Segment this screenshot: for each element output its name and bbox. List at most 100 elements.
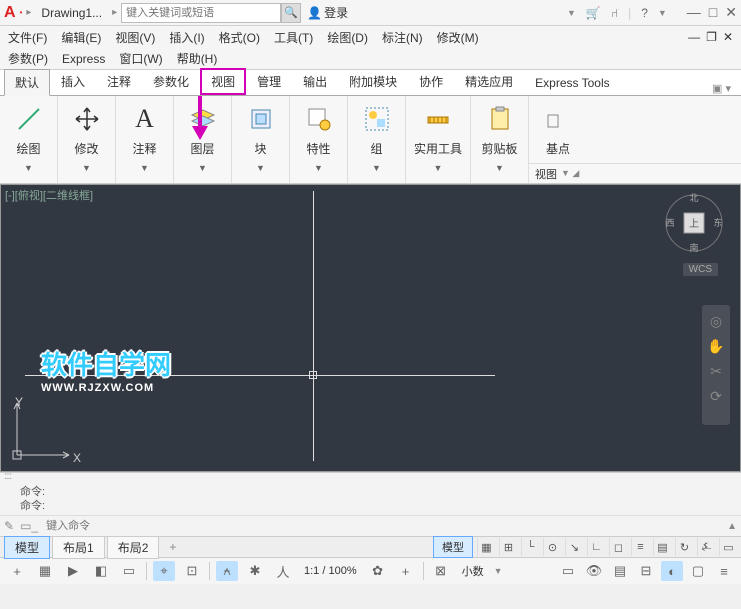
sb-qp-icon[interactable]: ▤: [609, 561, 631, 581]
history-back-icon[interactable]: ▸: [26, 7, 31, 18]
nav-orbit-icon[interactable]: ⟳: [710, 388, 722, 405]
tab-insert[interactable]: 插入: [50, 68, 96, 95]
sb-ann-icon[interactable]: ⍲: [216, 561, 238, 581]
panel-block[interactable]: 块 ▼: [232, 96, 290, 183]
layout-tab-2[interactable]: 布局2: [107, 536, 160, 559]
menu-dim[interactable]: 标注(N): [382, 29, 423, 46]
chevron-down-icon[interactable]: ▼: [24, 163, 33, 173]
help-icon[interactable]: ?: [641, 6, 648, 20]
ribbon-collapse-icon[interactable]: ▣ ▾: [712, 82, 731, 95]
cycle-icon[interactable]: ↻: [675, 538, 693, 556]
help-drop-icon[interactable]: ▼: [658, 8, 667, 18]
chevron-down-icon[interactable]: ▼: [198, 163, 207, 173]
layout-tab-1[interactable]: 布局1: [52, 536, 105, 559]
model-space-button[interactable]: 模型: [433, 536, 473, 558]
sb-clean-icon[interactable]: ▢: [687, 561, 709, 581]
panel-annotate[interactable]: A 注释 ▼: [116, 96, 174, 183]
sb-macro-icon[interactable]: ▶: [62, 561, 84, 581]
menu-modify[interactable]: 修改(M): [437, 29, 479, 46]
menu-edit[interactable]: 编辑(E): [61, 29, 101, 46]
login-link[interactable]: 👤 登录: [307, 4, 348, 21]
minimize-button[interactable]: —: [687, 4, 701, 21]
sb-rect-icon[interactable]: ▭: [118, 561, 140, 581]
lwt-icon[interactable]: ≡: [631, 538, 649, 556]
cmd-expand-icon[interactable]: ▲: [727, 521, 737, 532]
menu-draw[interactable]: 绘图(D): [327, 29, 368, 46]
cmd-config-icon[interactable]: ✎: [4, 519, 14, 533]
nav-zoom-icon[interactable]: ✂: [710, 363, 722, 380]
chevron-down-icon[interactable]: ▼: [495, 163, 504, 173]
tab-express-tools[interactable]: Express Tools: [524, 71, 620, 95]
tab-view[interactable]: 视图: [200, 68, 246, 95]
doc-minimize-button[interactable]: —: [688, 30, 700, 44]
file-name[interactable]: Drawing1...: [41, 6, 102, 20]
maximize-button[interactable]: □: [709, 4, 717, 21]
menu-express[interactable]: Express: [62, 52, 105, 66]
iso-icon[interactable]: ↘: [565, 538, 583, 556]
history-fwd-icon[interactable]: ▸: [112, 7, 117, 18]
viewcube[interactable]: 上 北 南 西 东: [662, 191, 726, 255]
panel-modify[interactable]: 修改 ▼: [58, 96, 116, 183]
sb-layer-icon[interactable]: ◧: [90, 561, 112, 581]
sb-custom-icon[interactable]: ≡: [713, 561, 735, 581]
tab-addins[interactable]: 附加模块: [338, 68, 408, 95]
sb-plus-icon[interactable]: +: [6, 561, 28, 581]
snap-icon[interactable]: ⊞: [499, 538, 517, 556]
sb-ws-icon[interactable]: ▭: [557, 561, 579, 581]
add-layout-button[interactable]: +: [161, 538, 184, 556]
chevron-down-icon[interactable]: ▼: [494, 566, 503, 576]
panel-group[interactable]: 组 ▼: [348, 96, 406, 183]
grid-icon[interactable]: ▦: [477, 538, 495, 556]
login-drop-icon[interactable]: ▼: [567, 8, 576, 18]
chevron-down-icon[interactable]: ▼: [372, 163, 381, 173]
tab-manage[interactable]: 管理: [246, 68, 292, 95]
command-input[interactable]: [44, 518, 721, 534]
chevron-down-icon[interactable]: ▼: [314, 163, 323, 173]
sb-annvis-icon[interactable]: ✱: [244, 561, 266, 581]
close-button[interactable]: ✕: [725, 4, 737, 21]
chevron-down-icon[interactable]: ▼: [256, 163, 265, 173]
layout-tab-model[interactable]: 模型: [4, 536, 50, 559]
menu-tools[interactable]: 工具(T): [274, 29, 313, 46]
ortho-icon[interactable]: └: [521, 538, 539, 556]
panel-clipboard[interactable]: 剪贴板 ▼: [471, 96, 529, 183]
nav-wheel-icon[interactable]: ◎: [710, 313, 722, 330]
wcs-label[interactable]: WCS: [683, 263, 718, 276]
sb-gear-icon[interactable]: ✿: [367, 561, 389, 581]
menu-window[interactable]: 窗口(W): [119, 50, 162, 67]
share-icon[interactable]: ⑁: [611, 6, 618, 20]
menu-param[interactable]: 参数(P): [8, 50, 48, 67]
doc-restore-button[interactable]: ❐: [706, 30, 717, 44]
sb-plus2-icon[interactable]: +: [395, 561, 417, 581]
menu-file[interactable]: 文件(F): [8, 29, 47, 46]
tab-output[interactable]: 输出: [292, 68, 338, 95]
search-input[interactable]: [121, 3, 281, 23]
sb-dyn-icon[interactable]: ⌖: [153, 561, 175, 581]
sb-person-icon[interactable]: 人: [272, 561, 294, 581]
cart-icon[interactable]: 🛒: [586, 6, 601, 20]
menu-help[interactable]: 帮助(H): [177, 50, 218, 67]
chevron-down-icon[interactable]: ▼: [140, 163, 149, 173]
cmd-grip[interactable]: [0, 473, 741, 483]
sb-units[interactable]: 小数: [458, 563, 488, 579]
panel-utils[interactable]: 实用工具 ▼: [406, 96, 471, 183]
panel-props[interactable]: 特性 ▼: [290, 96, 348, 183]
tab-collab[interactable]: 协作: [408, 68, 454, 95]
sb-eye-icon[interactable]: 👁: [583, 561, 605, 581]
transparency-icon[interactable]: ▤: [653, 538, 671, 556]
menu-insert[interactable]: 插入(I): [169, 29, 204, 46]
sb-grid-icon[interactable]: ▦: [34, 561, 56, 581]
panel-draw[interactable]: 绘图 ▼: [0, 96, 58, 183]
doc-close-button[interactable]: ✕: [723, 30, 733, 44]
sb-infer-icon[interactable]: ⊡: [181, 561, 203, 581]
panel-base[interactable]: 基点: [529, 96, 587, 163]
menu-view[interactable]: 视图(V): [115, 29, 155, 46]
qp-icon[interactable]: ▭: [719, 538, 737, 556]
tab-featured[interactable]: 精选应用: [454, 68, 524, 95]
otrack-icon[interactable]: ◻: [609, 538, 627, 556]
tab-default[interactable]: 默认: [4, 69, 50, 96]
panel-view-label[interactable]: 视图 ▼ ◢: [529, 163, 741, 183]
chevron-down-icon[interactable]: ▼: [434, 163, 443, 173]
sb-scale[interactable]: 1:1 / 100%: [300, 565, 361, 577]
osnap-icon[interactable]: ∟: [587, 538, 605, 556]
